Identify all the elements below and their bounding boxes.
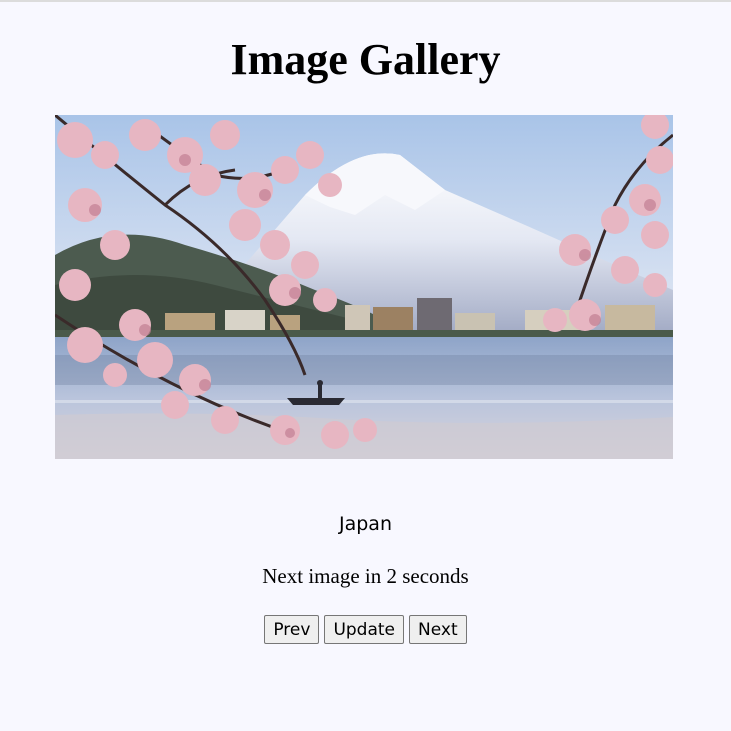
top-divider <box>0 0 731 2</box>
next-button[interactable]: Next <box>409 615 467 644</box>
gallery-image <box>55 115 673 459</box>
countdown-text: Next image in 2 seconds <box>262 564 469 588</box>
prev-button[interactable]: Prev <box>264 615 320 644</box>
image-caption: Japan <box>339 513 392 535</box>
gallery-controls: Prev Update Next <box>0 615 731 644</box>
page-title: Image Gallery <box>230 35 501 84</box>
update-button[interactable]: Update <box>324 615 405 644</box>
